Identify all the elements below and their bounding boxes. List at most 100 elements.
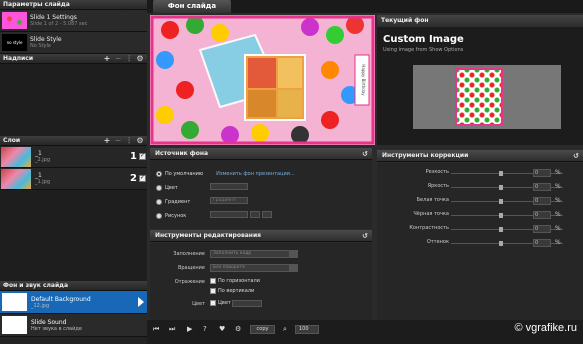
move-layer-icon[interactable]: ⋮ <box>125 136 133 146</box>
black-point-value[interactable]: 0 <box>533 211 551 219</box>
color-swatch[interactable] <box>210 183 248 190</box>
zoom-field[interactable]: 100 <box>295 325 319 334</box>
layer-settings-gear-icon[interactable]: ⚙ <box>136 136 144 146</box>
layer-thumbnail <box>1 168 31 189</box>
radio-color-label: Цвет <box>165 184 178 191</box>
play-icon[interactable]: ▶ <box>187 325 192 333</box>
radio-button[interactable] <box>156 212 162 219</box>
radio-image[interactable]: Рисунок <box>156 211 186 220</box>
copy-button[interactable]: copy <box>250 325 275 334</box>
tint-color-swatch[interactable] <box>232 300 262 307</box>
captions-header: Надписи + − ⋮ ⚙ <box>0 54 147 64</box>
add-layer-icon[interactable]: + <box>103 136 111 146</box>
tab-slide-background[interactable]: Фон слайда <box>153 0 231 13</box>
background-label: Default Background <box>31 295 91 303</box>
slide-preview[interactable]: Happy Birthday <box>150 15 375 145</box>
fill-select[interactable]: Заполнить кадр <box>210 250 298 258</box>
slide-style-label: Slide Style <box>30 36 62 43</box>
gradient-select[interactable]: Градиент <box>210 197 248 204</box>
color-label: Цвет <box>192 301 205 307</box>
sharpness-value[interactable]: 0 <box>533 169 551 177</box>
current-bg-thumbnail[interactable] <box>413 65 561 129</box>
bg-source-panel: По умолчанию Изменить фон презентации...… <box>150 160 372 229</box>
percent-unit: % <box>555 211 561 218</box>
radio-gradient[interactable]: Градиент <box>156 197 190 206</box>
hue-value[interactable]: 0 <box>533 239 551 247</box>
black-point-label: Чёрная точка <box>413 211 449 217</box>
flip-vertical-label: По вертикали <box>218 288 255 294</box>
reset-icon[interactable]: ↺ <box>573 152 579 160</box>
edit-image-button[interactable] <box>262 211 272 218</box>
selected-arrow-icon <box>138 297 144 307</box>
sound-sub: Нет звука в слайде <box>31 325 82 332</box>
slider-knob[interactable] <box>499 241 503 246</box>
reset-icon[interactable]: ↺ <box>362 232 368 240</box>
image-path-field[interactable] <box>210 211 248 218</box>
bottom-toolbar: ⏮ ⏭ ▶ ? ♥ ⚙ copy ⌕ 100 © vgrafike.ru <box>147 320 583 344</box>
white-point-value[interactable]: 0 <box>533 197 551 205</box>
layer-visible-checkbox[interactable] <box>139 152 146 160</box>
sharpness-label: Резкость <box>425 169 449 175</box>
help-icon[interactable]: ? <box>203 325 207 333</box>
slider-knob[interactable] <box>499 199 503 204</box>
remove-caption-icon[interactable]: − <box>114 54 122 64</box>
slide-style-sub: No Style <box>30 43 51 49</box>
correction-panel: Резкость 0 % Яркость 0 % Белая точка 0 %… <box>377 163 583 320</box>
brightness-label: Яркость <box>427 183 449 189</box>
brightness-value[interactable]: 0 <box>533 183 551 191</box>
slide-sound-item[interactable]: no sound Slide Sound Нет звука в слайде <box>0 314 147 337</box>
slide-settings-sub: Slide 1 of 2 - 5.087 sec <box>30 21 88 27</box>
move-caption-icon[interactable]: ⋮ <box>125 54 133 64</box>
slide-settings-label: Slide 1 Settings <box>30 14 77 21</box>
correction-title: Инструменты коррекции <box>382 152 469 159</box>
layer-file: _2.jpg <box>35 157 51 163</box>
slide-settings-item[interactable]: Slide 1 Settings Slide 1 of 2 - 5.087 se… <box>0 10 147 32</box>
rotate-select[interactable]: Без поворота <box>210 264 298 272</box>
layer-number: 1 <box>130 151 137 162</box>
settings-gear-icon[interactable]: ⚙ <box>235 325 241 333</box>
add-caption-icon[interactable]: + <box>103 54 111 64</box>
radio-button[interactable] <box>156 198 162 205</box>
left-panel: Параметры слайда Slide 1 Settings Slide … <box>0 0 147 344</box>
sound-label: Slide Sound <box>31 318 67 326</box>
default-background-item[interactable]: Default Background _12.jpg <box>0 291 147 314</box>
captions-title: Надписи <box>3 54 34 62</box>
zoom-magnifier-icon[interactable]: ⌕ <box>283 325 287 334</box>
hue-label: Оттенок <box>426 239 449 245</box>
caption-settings-gear-icon[interactable]: ⚙ <box>136 54 144 64</box>
percent-unit: % <box>555 239 561 246</box>
radio-default[interactable]: По умолчанию Изменить фон презентации... <box>156 169 295 178</box>
flip-vertical-checkbox[interactable]: По вертикали <box>210 288 254 294</box>
reset-icon[interactable]: ↺ <box>362 150 368 158</box>
slide-params-header: Параметры слайда <box>0 0 147 10</box>
radio-default-label: По умолчанию <box>165 170 204 177</box>
remove-layer-icon[interactable]: − <box>114 136 122 146</box>
current-bg-header: Текущий фон <box>377 15 583 27</box>
layer-name: _1 <box>35 172 42 179</box>
color-checkbox[interactable]: Цвет <box>210 300 231 306</box>
favorite-heart-icon[interactable]: ♥ <box>219 325 225 333</box>
skip-back-icon[interactable]: ⏮ <box>153 325 159 334</box>
bg-source-header: Источник фона ↺ <box>150 148 372 160</box>
skip-forward-icon[interactable]: ⏭ <box>169 325 175 334</box>
captions-list <box>0 64 147 136</box>
slider-knob[interactable] <box>499 171 503 176</box>
rotate-label: Вращение <box>177 265 205 271</box>
slider-knob[interactable] <box>499 213 503 218</box>
flip-horizontal-checkbox[interactable]: По горизонтали <box>210 278 260 284</box>
change-presentation-bg-link[interactable]: Изменить фон презентации... <box>216 171 295 177</box>
radio-color[interactable]: Цвет <box>156 183 178 192</box>
layer-item[interactable]: _1 _2.jpg 1 <box>0 146 147 168</box>
layer-visible-checkbox[interactable] <box>139 174 146 182</box>
layer-item[interactable]: _1 _1.jpg 2 <box>0 168 147 190</box>
radio-button[interactable] <box>156 170 162 177</box>
slider-knob[interactable] <box>499 227 503 232</box>
slider-knob[interactable] <box>499 185 503 190</box>
contrast-value[interactable]: 0 <box>533 225 551 233</box>
layer-name: _1 <box>35 150 42 157</box>
radio-button[interactable] <box>156 184 162 191</box>
slide-style-item[interactable]: no style Slide Style No Style <box>0 32 147 54</box>
fill-select-value: Заполнить кадр <box>213 251 252 256</box>
browse-button[interactable] <box>250 211 260 218</box>
black-point-row: Чёрная точка 0 % <box>377 211 583 220</box>
